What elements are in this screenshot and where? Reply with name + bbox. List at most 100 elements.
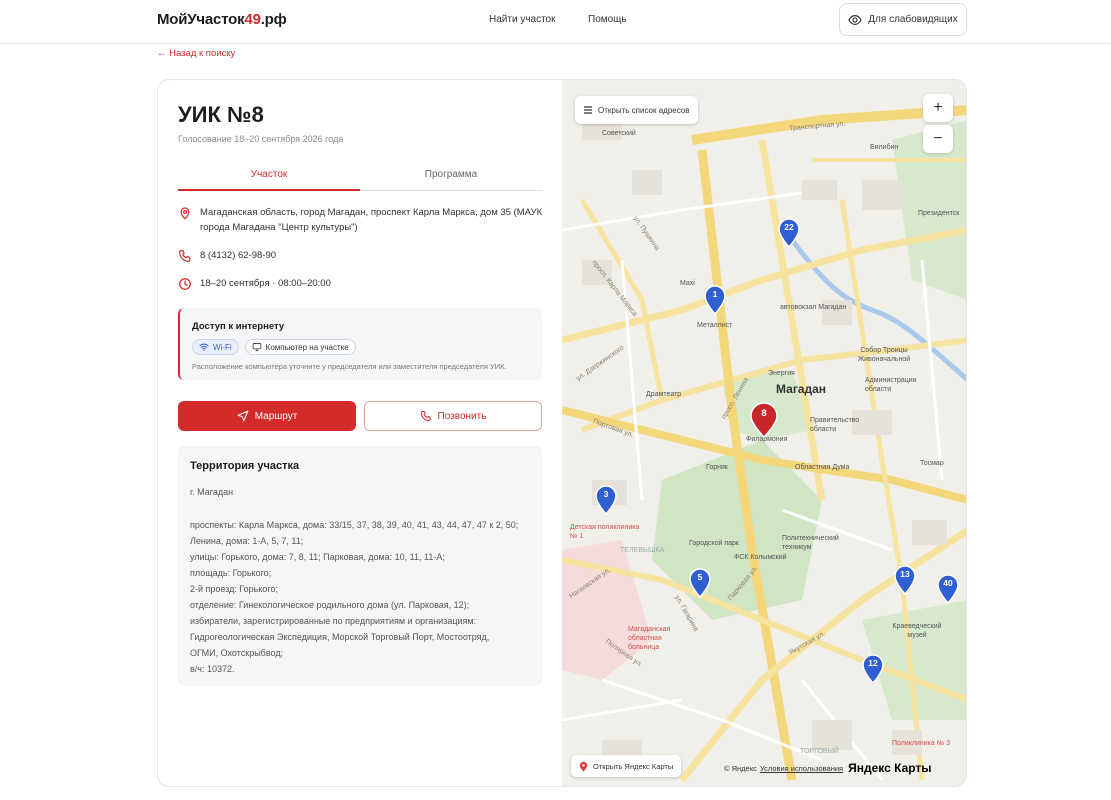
map-label: ТОРГОВЫЙ <box>800 748 839 755</box>
address-text: Магаданская область, город Магадан, прос… <box>200 207 543 233</box>
nav-help[interactable]: Помощь <box>588 14 627 25</box>
phone-icon <box>420 411 431 421</box>
station-info-panel: УИК №8 Голосование 18–20 сентября 2026 г… <box>158 80 562 786</box>
territory-line: Ленина, дома: 1-А, 5, 7, 11; <box>190 536 304 546</box>
territory-line: улицы: Горького, дома: 7, 8, 11; Паркова… <box>190 552 445 562</box>
location-pin-icon <box>579 761 588 771</box>
map-pin-number: 1 <box>712 289 718 299</box>
map-label: Билибин <box>870 144 899 151</box>
territory-line: Гидрогеологическая Экспедиция, Морской Т… <box>190 632 490 642</box>
map-pin[interactable]: 1 <box>703 285 727 316</box>
tab-program[interactable]: Программа <box>360 169 542 191</box>
map-pin-number: 12 <box>868 658 878 668</box>
route-button-label: Маршрут <box>254 410 298 422</box>
site-logo[interactable]: МойУчасток49.рф <box>157 11 287 28</box>
wifi-chip-label: Wi-Fi <box>213 342 232 352</box>
territory-line: проспекты: Карла Маркса, дома: 33/15, 37… <box>190 520 519 530</box>
map-label: автовокзал Магадан <box>780 304 847 311</box>
logo-main: МойУчасток <box>157 11 245 28</box>
hours-text: 18–20 сентября · 08:00–20:00 <box>200 278 331 289</box>
call-button-label: Позвонить <box>437 410 487 422</box>
list-icon <box>584 106 592 114</box>
yandex-maps-logo[interactable]: Яндекс Карты <box>848 761 931 775</box>
page-title: УИК №8 <box>178 102 264 127</box>
zoom-controls: + − <box>923 94 953 154</box>
logo-suffix: .рф <box>260 11 287 28</box>
call-button[interactable]: Позвонить <box>364 401 542 431</box>
map-label: Краеведческий музей <box>892 623 942 639</box>
map-pin[interactable]: 22 <box>777 218 801 249</box>
phone-icon <box>179 250 191 262</box>
clock-icon <box>179 278 191 290</box>
route-button[interactable]: Маршрут <box>178 401 356 431</box>
territory-city: г. Магадан <box>190 487 234 497</box>
header: МойУчасток49.рф Найти участок Помощь Для… <box>0 0 1111 44</box>
location-pin-icon <box>180 207 190 220</box>
map-label: Администрация области <box>865 377 917 393</box>
map-city-label: Магадан <box>776 382 827 396</box>
accessibility-button[interactable]: Для слабовидящих <box>839 3 967 36</box>
wifi-chip: Wi-Fi <box>192 339 239 355</box>
open-address-list-button[interactable]: Открыть список адресов <box>575 96 698 124</box>
zoom-in-button[interactable]: + <box>923 94 953 122</box>
territory-line: избиратели, зарегистрированные по предпр… <box>190 616 477 626</box>
map-copyright: © Яндекс Условия использования Яндекс Ка… <box>724 761 932 775</box>
phone-text[interactable]: 8 (4132) 62-98-90 <box>200 248 276 263</box>
internet-chips: Wi-Fi Компьютер на участке <box>192 339 356 355</box>
territory-line: ОГМИ, Охотскрыбвод; <box>190 648 284 658</box>
open-address-list-label: Открыть список адресов <box>598 105 690 115</box>
address-row: Магаданская область, город Магадан, прос… <box>178 205 548 235</box>
map-label: Собор Троицы Живоначальной <box>857 347 911 363</box>
territory-title: Территория участка <box>190 460 300 472</box>
hours-row: 18–20 сентября · 08:00–20:00 <box>178 276 331 291</box>
map-label: Тосмар <box>920 460 944 467</box>
map-pin-number: 3 <box>603 489 609 499</box>
map-label: Городской парк <box>689 540 739 547</box>
copyright-text: © Яндекс <box>724 763 757 773</box>
zoom-out-button[interactable]: − <box>923 125 953 153</box>
map-pin[interactable]: 5 <box>688 568 712 599</box>
selected-station-pin[interactable]: 8 <box>749 402 779 439</box>
navigation-arrow-icon <box>237 410 249 422</box>
map-label: Поликлиника № 3 <box>892 740 951 747</box>
map-label: ТЕЛЕВЫШКА <box>620 547 665 554</box>
map[interactable]: Советский Транспортная ул. Билибин Прези… <box>562 80 966 786</box>
nav-find-station[interactable]: Найти участок <box>489 14 556 25</box>
map-label: ФСК Колымский <box>734 554 787 561</box>
internet-note: Расположение компьютера уточните у предс… <box>192 362 507 371</box>
internet-access-box: Доступ к интернету Wi-Fi Компьютер на уч… <box>178 308 542 380</box>
map-pin-number: 22 <box>784 222 794 232</box>
territory-line: в/ч: 10372. <box>190 664 235 674</box>
map-pin[interactable]: 40 <box>936 574 960 605</box>
back-to-search-link[interactable]: ← Назад к поиску <box>157 48 235 59</box>
terms-of-use-link[interactable]: Условия использования <box>760 764 843 773</box>
map-label: Магаданская областная больница <box>628 626 671 651</box>
map-pin[interactable]: 12 <box>861 654 885 685</box>
map-pin[interactable]: 3 <box>594 485 618 516</box>
phone-row: 8 (4132) 62-98-90 <box>178 248 276 263</box>
map-label: Maxi <box>680 280 695 287</box>
territory-line: площадь: Горького; <box>190 568 272 578</box>
accessibility-label: Для слабовидящих <box>868 14 958 25</box>
map-label: Политехнический техникум <box>782 535 839 551</box>
computer-chip-label: Компьютер на участке <box>265 342 349 352</box>
monitor-icon <box>252 343 261 352</box>
map-pin[interactable]: 13 <box>893 565 917 596</box>
station-card: УИК №8 Голосование 18–20 сентября 2026 г… <box>157 79 967 787</box>
map-label: Горняк <box>706 464 728 471</box>
map-label: Советский <box>602 130 636 137</box>
map-label: Металлист <box>697 322 733 329</box>
map-label: Президентск <box>918 210 960 217</box>
map-label: Областная Дума <box>795 464 850 471</box>
map-label: Детская поликлиника № 1 <box>570 524 640 540</box>
open-yandex-maps-button[interactable]: Открыть Яндекс Карты <box>571 755 682 777</box>
territory-list: проспекты: Карла Маркса, дома: 33/15, 37… <box>190 517 535 677</box>
map-pin-number: 8 <box>761 408 767 419</box>
map-label: Правительство области <box>810 417 860 433</box>
tab-station[interactable]: Участок <box>178 169 360 191</box>
territory-line: 2-й проезд: Горького; <box>190 584 279 594</box>
territory-line: отделение: Гинекологическое родильного д… <box>190 600 470 610</box>
territory-box: Территория участка г. Магадан проспекты:… <box>178 446 542 686</box>
computer-chip: Компьютер на участке <box>244 339 356 355</box>
map-pin-number: 5 <box>697 572 703 582</box>
